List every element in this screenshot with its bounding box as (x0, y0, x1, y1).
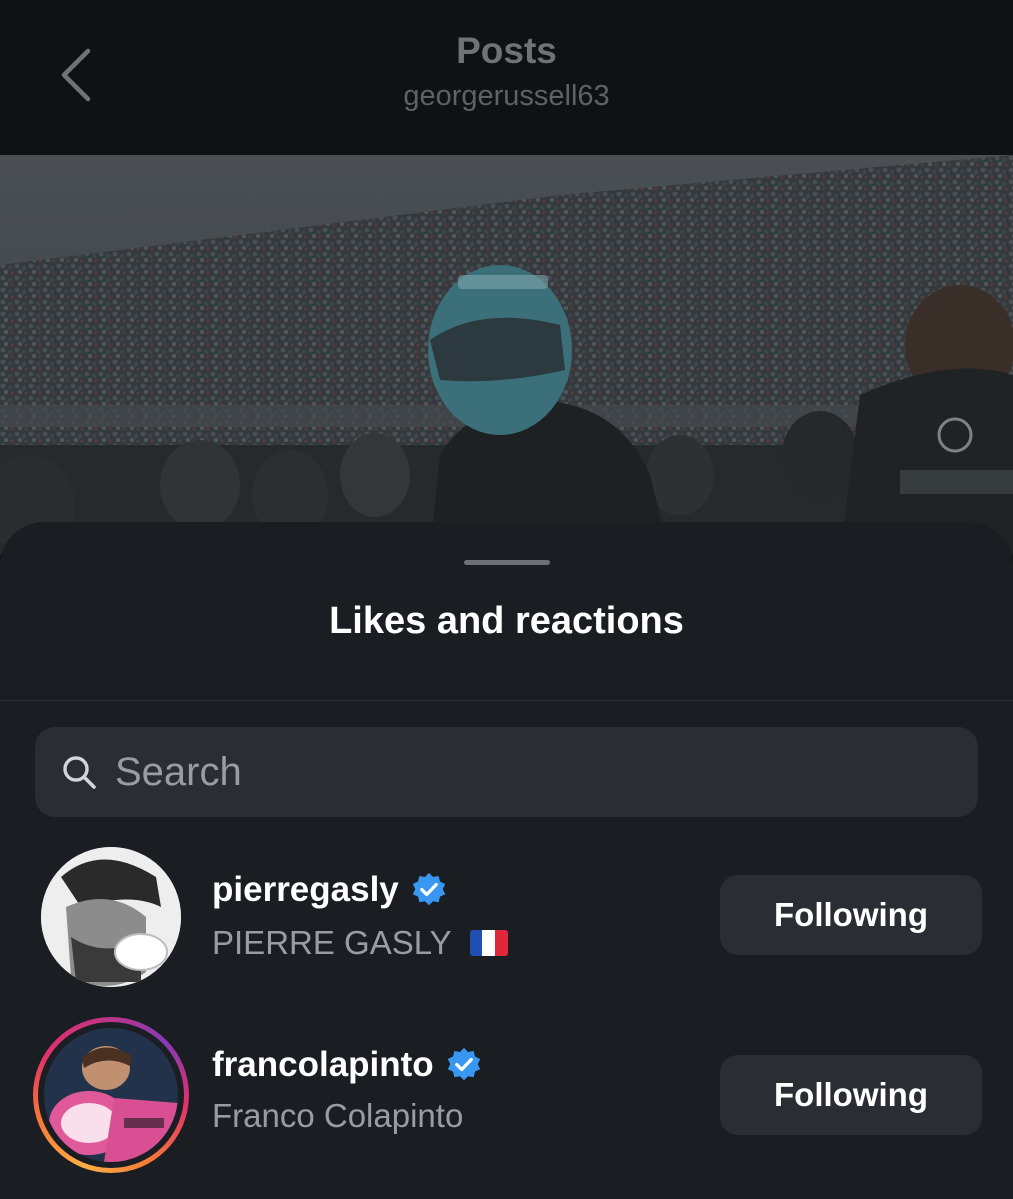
sheet-grabber-handle[interactable] (464, 560, 550, 565)
search-bar[interactable] (35, 727, 978, 817)
full-name: PIERRE GASLY (212, 924, 508, 962)
page-title: Posts (456, 30, 557, 71)
post-photo-image (0, 155, 1013, 555)
full-name: Franco Colapinto (212, 1097, 463, 1135)
top-navigation-bar: Posts georgerussell63 (0, 0, 1013, 155)
sheet-title: Likes and reactions (329, 600, 684, 642)
following-button[interactable]: Following (720, 1055, 982, 1135)
username-line: francolapinto (212, 1045, 482, 1085)
avatar[interactable] (33, 842, 189, 998)
list-item[interactable]: pierregasly PIERRE GASLY Following (0, 842, 1013, 992)
sheet-divider (0, 700, 1013, 701)
avatar[interactable] (33, 1017, 189, 1173)
list-item[interactable]: francolapinto Franco Colapinto Following (0, 1017, 1013, 1173)
full-name-text: PIERRE GASLY (212, 924, 452, 961)
search-input[interactable] (115, 749, 935, 795)
post-photo (0, 155, 1013, 555)
france-flag-icon (469, 930, 508, 956)
username[interactable]: francolapinto (212, 1045, 434, 1085)
username-line: pierregasly (212, 870, 447, 910)
likes-screen: Posts georgerussell63 Likes and reaction… (0, 0, 1013, 1199)
page-subtitle-username: georgerussell63 (403, 80, 610, 112)
search-icon (59, 752, 99, 792)
likes-bottom-sheet: Likes and reactions Search pierregasly P… (0, 522, 1013, 1199)
full-name-text: Franco Colapinto (212, 1097, 464, 1134)
avatar-image (44, 1028, 178, 1162)
avatar-image (41, 847, 181, 987)
verified-badge-icon (412, 872, 445, 906)
username[interactable]: pierregasly (212, 870, 399, 910)
verified-badge-icon (447, 1047, 480, 1081)
following-button[interactable]: Following (720, 875, 982, 955)
